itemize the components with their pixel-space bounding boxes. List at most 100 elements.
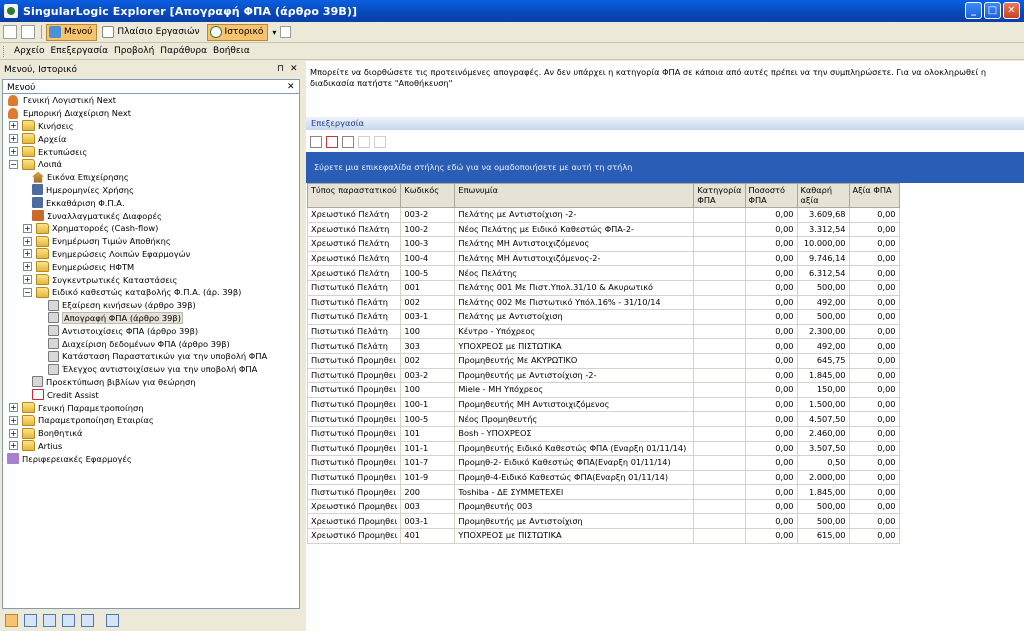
column-header[interactable]: Τύπος παραστατικού — [306, 183, 402, 208]
table-cell[interactable]: 0,00 — [744, 352, 798, 369]
column-header[interactable]: Κατηγορία ΦΠΑ — [693, 183, 746, 208]
table-cell[interactable]: Προμηθ-4-Ειδικό Καθεστώς ΦΠΑ(Εναρξη 01/1… — [454, 469, 695, 486]
column-header[interactable]: Ποσοστό ΦΠΑ — [744, 183, 798, 208]
table-cell[interactable]: Πελάτης με Αντιστοίχιση -2- — [454, 207, 695, 223]
table-cell[interactable]: Πιστωτικό Προμηθει — [306, 382, 402, 398]
table-row[interactable]: Πιστωτικό Προμηθει 101 Bosh - ΥΠΟΧΡΕΟΣ 0,00… — [306, 425, 900, 442]
table-cell[interactable]: 0,00 — [744, 425, 798, 442]
maximize-button[interactable]: □ — [984, 2, 1001, 19]
edit-row-icon[interactable] — [342, 136, 354, 148]
table-cell[interactable]: 100-5 — [400, 411, 456, 427]
table-cell[interactable]: 003-2 — [400, 367, 456, 384]
table-cell[interactable]: 303 — [400, 338, 456, 354]
open-window-icon[interactable] — [21, 25, 35, 39]
table-cell[interactable]: 500,00 — [796, 309, 850, 325]
table-cell[interactable]: Πιστωτικό Προμηθει — [306, 425, 402, 442]
table-cell[interactable]: Προμηθευτής ΜΗ Αντιστοιχιζόμενος — [454, 396, 695, 413]
tree-item[interactable]: + Artius — [3, 440, 299, 453]
table-cell[interactable]: Πιστωτικό Πελάτη — [306, 294, 402, 311]
table-cell[interactable]: Πιστωτικό Προμηθει — [306, 455, 402, 471]
table-row[interactable]: Πιστωτικό Πελάτη 303 ΥΠΟΧΡΕΟΣ με ΠΙΣΤΩΤΙΚΑ… — [306, 338, 900, 354]
table-cell[interactable]: 0,00 — [744, 265, 798, 281]
list-view-icon[interactable] — [24, 613, 37, 627]
chevron-down-icon[interactable]: ▾ — [272, 28, 276, 37]
table-row[interactable]: Χρεωστικό Πελάτη 003-2 Πελάτης με Αντιστοί… — [306, 207, 900, 223]
tree-item[interactable]: Περιφερειακές Εφαρμογές — [3, 452, 299, 465]
table-cell[interactable] — [693, 221, 746, 238]
table-cell[interactable]: Νέος Προμηθευτής — [454, 411, 695, 427]
table-cell[interactable]: 150,00 — [796, 382, 850, 398]
table-cell[interactable]: Πιστωτικό Προμηθει — [306, 411, 402, 427]
tree-view-icon[interactable] — [5, 613, 18, 627]
table-cell[interactable]: Πελάτης με Αντιστοίχιση — [454, 309, 695, 325]
table-cell[interactable]: 0,00 — [848, 352, 900, 369]
table-cell[interactable]: 6.312,54 — [796, 265, 850, 281]
tree-item[interactable]: − Λοιπά — [3, 158, 299, 171]
table-cell[interactable]: 0,00 — [744, 469, 798, 486]
table-cell[interactable] — [693, 279, 746, 296]
table-cell[interactable]: ΥΠΟΧΡΕΟΣ με ΠΙΣΤΩΤΙΚΑ — [454, 528, 695, 544]
table-cell[interactable]: 001 — [400, 279, 456, 296]
new-window-icon[interactable] — [3, 25, 17, 39]
table-cell[interactable] — [693, 498, 746, 515]
table-row[interactable]: Χρεωστικό Πελάτη 100-4 Πελάτης ΜΗ Αντιστοι… — [306, 250, 900, 267]
group-by-area[interactable]: Σύρετε μια επικεφαλίδα στήλης εδώ για να… — [306, 152, 1024, 183]
table-cell[interactable]: 100-1 — [400, 396, 456, 413]
table-cell[interactable]: Χρεωστικό Προμηθει — [306, 528, 402, 544]
column-header[interactable]: Καθαρή αξία — [796, 183, 850, 208]
table-cell[interactable]: 3.312,54 — [796, 221, 850, 238]
table-cell[interactable]: 0,00 — [848, 338, 900, 354]
table-cell[interactable]: 615,00 — [796, 528, 850, 544]
table-cell[interactable]: 0,00 — [848, 382, 900, 398]
table-cell[interactable]: Πελάτης 001 Με Πιστ.Υπολ.31/10 & Ακυρωτι… — [454, 279, 695, 296]
expand-icon[interactable]: + — [23, 262, 32, 272]
table-cell[interactable]: Προμηθευτής Ειδικό Καθεστώς ΦΠΑ (Εναρξη … — [454, 440, 695, 457]
table-cell[interactable]: 492,00 — [796, 338, 850, 354]
table-cell[interactable] — [693, 207, 746, 223]
table-cell[interactable] — [693, 294, 746, 311]
table-cell[interactable]: 0,00 — [744, 513, 798, 530]
column-header[interactable]: Αξία ΦΠΑ — [848, 183, 900, 208]
table-cell[interactable]: Προμηθευτής με Αντιστοίχιση -2- — [454, 367, 695, 384]
table-cell[interactable] — [693, 513, 746, 530]
tree-item[interactable]: Κατάσταση Παραστατικών για την υποβολή Φ… — [3, 350, 299, 363]
table-cell[interactable]: 0,00 — [744, 396, 798, 413]
table-cell[interactable] — [693, 469, 746, 486]
save-icon[interactable] — [358, 136, 370, 148]
table-cell[interactable]: Χρεωστικό Πελάτη — [306, 236, 402, 252]
table-cell[interactable]: 101-1 — [400, 440, 456, 457]
table-cell[interactable]: Νέος Πελάτης με Ειδικό Καθεστώς ΦΠΑ-2- — [454, 221, 695, 238]
tree-item[interactable]: + Γενική Παραμετροποίηση — [3, 401, 299, 414]
table-cell[interactable]: Νέος Πελάτης — [454, 265, 695, 281]
menu-file[interactable]: Αρχείο — [11, 46, 48, 56]
table-cell[interactable]: 0,00 — [744, 221, 798, 238]
table-row[interactable]: Πιστωτικό Προμηθει 100-1 Προμηθευτής ΜΗ Αν… — [306, 396, 900, 413]
table-row[interactable]: Πιστωτικό Πελάτη 002 Πελάτης 002 Με Πιστωτ… — [306, 294, 900, 311]
expand-icon[interactable]: + — [9, 428, 18, 438]
table-row[interactable]: Πιστωτικό Πελάτη 003-1 Πελάτης με Αντιστοί… — [306, 309, 900, 325]
table-row[interactable]: Πιστωτικό Προμηθει 101-1 Προμηθευτής Ειδικ… — [306, 440, 900, 457]
subpanel-close-icon[interactable]: ✕ — [287, 82, 295, 92]
table-cell[interactable]: 0,00 — [744, 528, 798, 544]
table-cell[interactable] — [693, 309, 746, 325]
table-cell[interactable]: 0,00 — [848, 498, 900, 515]
menu-toggle-button[interactable]: Μενού — [46, 23, 98, 41]
table-row[interactable]: Πιστωτικό Προμηθει 101-7 Προμηθ-2- Ειδικό … — [306, 455, 900, 471]
panel-close-icon[interactable]: ✕ — [290, 64, 298, 74]
table-cell[interactable]: Χρεωστικό Πελάτη — [306, 207, 402, 223]
tree-item[interactable]: Έλεγχος αντιστοιχίσεων για την υποβολή Φ… — [3, 363, 299, 376]
table-cell[interactable] — [693, 440, 746, 457]
history-toggle-button[interactable]: Ιστορικό — [206, 23, 269, 41]
export-icon[interactable] — [280, 26, 292, 38]
table-cell[interactable]: 2.300,00 — [796, 323, 850, 340]
table-cell[interactable]: 0,00 — [848, 440, 900, 457]
tree-item[interactable]: + Αρχεία — [3, 132, 299, 145]
close-button[interactable]: ✕ — [1003, 2, 1020, 19]
tree-item[interactable]: + Συγκεντρωτικές Καταστάσεις — [3, 273, 299, 286]
pin-icon[interactable]: ⊓ — [277, 64, 284, 74]
table-cell[interactable]: 003 — [400, 498, 456, 515]
table-cell[interactable] — [693, 425, 746, 442]
table-cell[interactable] — [693, 396, 746, 413]
table-cell[interactable]: Bosh - ΥΠΟΧΡΕΟΣ — [454, 425, 695, 442]
detail-view-icon[interactable] — [106, 613, 119, 627]
